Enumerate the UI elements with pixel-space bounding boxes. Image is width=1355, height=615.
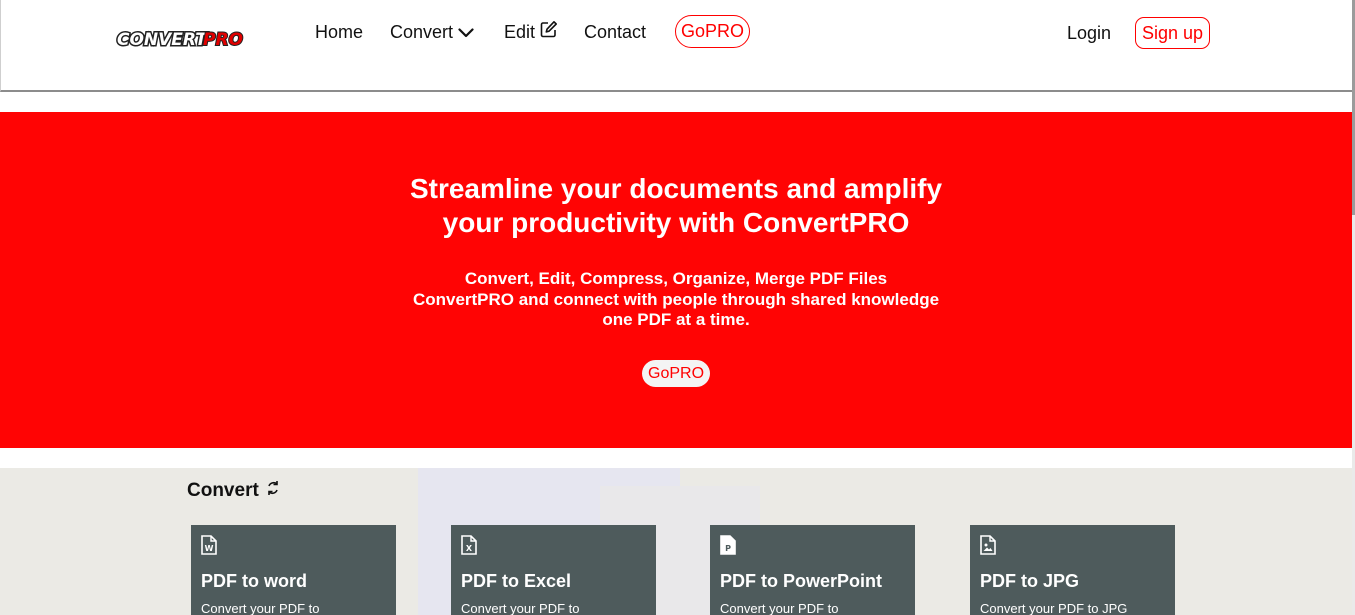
hero-subtitle: Convert, Edit, Compress, Organize, Merge… xyxy=(0,269,1352,331)
nav-home[interactable]: Home xyxy=(315,20,363,44)
nav-convert-label: Convert xyxy=(390,22,454,42)
card-title: PDF to Excel xyxy=(461,571,572,591)
convertpro-logo[interactable]: CONVERT PRO xyxy=(115,24,255,52)
gopro-nav-button[interactable]: GoPRO xyxy=(675,15,751,48)
nav-contact-label: Contact xyxy=(584,22,647,42)
login-link[interactable]: Login xyxy=(1067,22,1111,44)
svg-text:W: W xyxy=(205,544,214,553)
nav-home-label: Home xyxy=(315,22,364,42)
card-title: PDF to PowerPoint xyxy=(720,571,882,591)
hero-subtitle-line: ConvertPRO and connect with people throu… xyxy=(412,289,940,309)
hero-subtitle-line: Convert, Edit, Compress, Organize, Merge… xyxy=(464,269,888,288)
svg-text:X: X xyxy=(466,544,473,553)
card-description: Convert your PDF to xyxy=(201,601,320,615)
hero-banner: Streamline your documents and amplify yo… xyxy=(0,112,1352,448)
signup-button[interactable]: Sign up xyxy=(1135,17,1211,49)
convert-card-pdf-to-excel[interactable]: X PDF to Excel Convert your PDF to xyxy=(451,525,656,615)
card-description: Convert your PDF to xyxy=(720,601,839,615)
convert-card-pdf-to-jpg[interactable]: PDF to JPG Convert your PDF to JPG xyxy=(970,525,1175,615)
nav-edit[interactable]: Edit xyxy=(504,20,558,44)
convert-section-title: Convert xyxy=(187,480,280,502)
powerpoint-file-icon: P xyxy=(720,535,736,555)
convert-card-pdf-to-word[interactable]: W PDF to word Convert your PDF to xyxy=(191,525,396,615)
image-file-icon xyxy=(980,535,996,555)
card-title: PDF to word xyxy=(201,571,307,591)
site-header: CONVERT PRO Home Convert Edit Contact Go… xyxy=(0,0,1352,92)
svg-text:P: P xyxy=(725,544,731,553)
svg-text:PRO: PRO xyxy=(203,30,243,50)
card-description: Convert your PDF to xyxy=(461,601,580,615)
refresh-icon xyxy=(266,480,280,502)
word-file-icon: W xyxy=(201,535,217,555)
nav-contact[interactable]: Contact xyxy=(584,20,646,44)
hero-subtitle-line: one PDF at a time. xyxy=(602,310,750,329)
hero-gopro-button[interactable]: GoPRO xyxy=(642,360,711,387)
chevron-down-icon xyxy=(458,20,474,44)
svg-text:CONVERT: CONVERT xyxy=(117,30,208,50)
hero-title: Streamline your documents and amplify yo… xyxy=(409,173,943,238)
card-title: PDF to JPG xyxy=(980,571,1080,591)
card-description: Convert your PDF to JPG xyxy=(980,601,1128,615)
edit-icon xyxy=(540,20,558,44)
excel-file-icon: X xyxy=(461,535,477,555)
convert-section-title-text: Convert xyxy=(187,480,259,501)
convert-card-pdf-to-powerpoint[interactable]: P PDF to PowerPoint Convert your PDF to xyxy=(710,525,915,615)
convert-section: Convert W PDF to word Convert your PDF t… xyxy=(0,468,1352,615)
nav-edit-label: Edit xyxy=(504,22,536,42)
nav-convert-dropdown[interactable]: Convert xyxy=(390,20,474,44)
